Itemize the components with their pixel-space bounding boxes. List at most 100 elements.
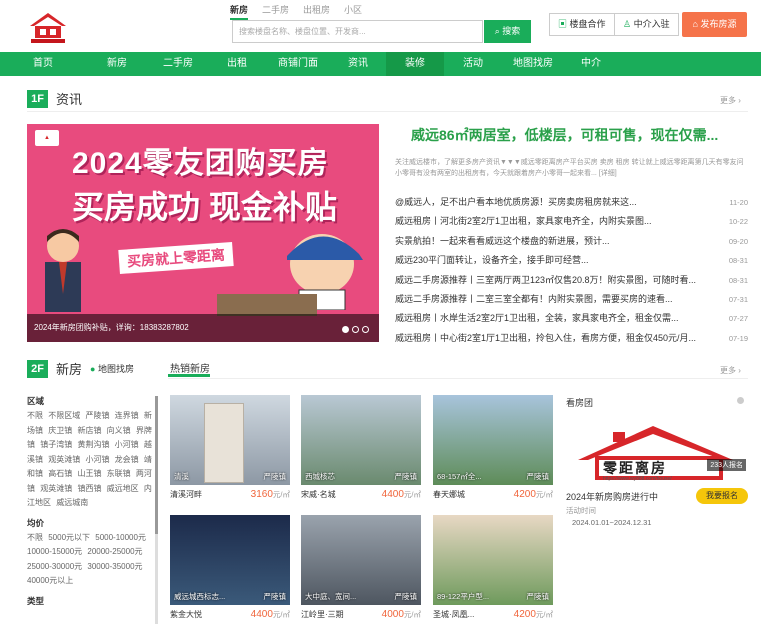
- carousel-dots[interactable]: [342, 326, 369, 333]
- news-item[interactable]: 威远二手房源推荐丨三室两厅两卫123㎡仅售20.8万！附实景图，可随时看... 0…: [395, 271, 748, 290]
- photo-label: 西城核芯: [305, 472, 335, 481]
- property-name: 春天娜城: [433, 490, 465, 499]
- signup-button[interactable]: 我要报名: [696, 488, 748, 504]
- property-card[interactable]: 大中庭、宽间... 严陵镇 江岭里·三期 4000元/㎡: [301, 515, 421, 620]
- nav-activity[interactable]: 活动: [444, 52, 502, 76]
- news-item[interactable]: 威远租房丨水岸生活2室2厅1卫出租，全装，家具家电齐全，租金仅需... 07-27: [395, 309, 748, 328]
- news-more-link[interactable]: 更多 ›: [720, 95, 741, 106]
- photo-district: 严陵镇: [526, 472, 550, 481]
- header: 新房 二手房 出租房 小区 搜索楼盘名称、楼盘位置、开发商... ⌕ 搜索 ▣ …: [0, 0, 761, 52]
- search-tab-community[interactable]: 小区: [344, 3, 362, 20]
- group-event-title[interactable]: 2024年新房购房进行中: [566, 490, 658, 503]
- agent-button[interactable]: ♙ 中介入驻: [614, 13, 679, 36]
- newhomes-section-title: 2F 新房 ● 地图找房: [27, 359, 134, 378]
- property-card[interactable]: 清溪 严陵镇 清溪河畔 3160元/㎡: [170, 395, 290, 500]
- news-item[interactable]: 威远230平门面转让，设备齐全，接手即可经营... 08-31: [395, 251, 748, 270]
- photo-district: 严陵镇: [394, 592, 418, 601]
- search-icon: ⌕: [494, 26, 500, 36]
- scrollbar-thumb[interactable]: [155, 396, 158, 534]
- nav-shops[interactable]: 商铺门面: [266, 52, 330, 76]
- property-photo: 68-157㎡全... 严陵镇: [433, 395, 553, 485]
- group-tour-image[interactable]: 零距离房 https://www.wy888.com/house/ 233人报名: [573, 422, 748, 487]
- property-photo: 西城核芯 严陵镇: [301, 395, 421, 485]
- property-price: 3160: [250, 489, 273, 500]
- news-item[interactable]: @威远人，足不出户看本地优质房源！买房卖房租房就来这... 11-20: [395, 193, 748, 212]
- more-label: 更多: [720, 96, 736, 105]
- property-name: 宋威·名城: [301, 490, 336, 499]
- property-card[interactable]: 西城核芯 严陵镇 宋威·名城 4400元/㎡: [301, 395, 421, 500]
- search-button-label: 搜索: [502, 26, 521, 36]
- nav-news[interactable]: 资讯: [330, 52, 386, 76]
- news-section-title: 1F 资讯: [27, 89, 82, 108]
- news-item-title: 威远租房丨河北街2室2厅1卫出租，家具家电齐全，内附实景图...: [395, 216, 652, 227]
- news-item-date: 07-19: [728, 333, 748, 343]
- search-input[interactable]: 搜索楼盘名称、楼盘位置、开发商...: [232, 20, 483, 43]
- news-item-title: 威远二手房源推荐丨三室两厅两卫123㎡仅售20.8万！附实景图，可随时看...: [395, 274, 697, 285]
- publish-button[interactable]: ⌂ 发布房源: [682, 12, 747, 37]
- carousel-dot[interactable]: [352, 326, 359, 333]
- price-unit: 元/㎡: [535, 610, 553, 619]
- nav-agency[interactable]: 中介: [564, 52, 618, 76]
- filter-price-options[interactable]: 不限 5000元以下 5000-10000元 10000-15000元 2000…: [27, 531, 157, 589]
- carousel-dot-active[interactable]: [342, 326, 349, 333]
- group-time-label: 活动时间: [566, 506, 596, 515]
- photo-label: 大中庭、宽间...: [305, 592, 357, 601]
- group-date-range: 2024.01.01~2024.12.31: [572, 518, 652, 527]
- site-logo[interactable]: [26, 10, 70, 44]
- search-tab-newhome[interactable]: 新房: [230, 3, 249, 20]
- carousel-dot[interactable]: [362, 326, 369, 333]
- filter-area-options[interactable]: 不限 不限区域 严陵镇 连界镇 新场镇 庆卫镇 新店镇 向义镇 界牌镇 镇子湾镇…: [27, 409, 157, 511]
- property-name: 圣城·凤凰...: [433, 610, 475, 619]
- banner-line2: 买房成功 现金补贴: [72, 189, 337, 225]
- property-card[interactable]: 89-122平户型... 严陵镇 圣城·凤凰... 4200元/㎡: [433, 515, 553, 620]
- nav-newhome[interactable]: 新房: [86, 52, 148, 76]
- group-tour-dot[interactable]: [737, 397, 744, 404]
- banner-line1: 2024零友团购买房: [72, 147, 329, 180]
- floor-badge: 2F: [27, 359, 48, 378]
- nav-home[interactable]: 首页: [0, 52, 86, 76]
- tab-hot-newhomes[interactable]: 热销新房: [170, 360, 210, 375]
- signup-count: 233人报名: [707, 459, 746, 471]
- news-item[interactable]: 威远租房丨河北街2室2厅1卫出租，家具家电齐全，内附实景图... 10-22: [395, 212, 748, 231]
- news-item[interactable]: 威远二手房源推荐丨二室三室全都有！内附实景图，需要买房的速看... 07-31: [395, 290, 748, 309]
- news-headline[interactable]: 威远86㎡两居室，低楼层，可租可售，现在仅需...: [411, 125, 718, 145]
- more-label: 更多: [720, 366, 736, 375]
- property-price: 4200: [513, 609, 536, 620]
- agent-button-label: 中介入驻: [633, 19, 670, 29]
- group-tour-title: 看房团: [566, 398, 594, 408]
- divider: [27, 111, 748, 112]
- newhomes-more-link[interactable]: 更多 ›: [720, 365, 741, 376]
- search-button[interactable]: ⌕ 搜索: [484, 20, 531, 43]
- property-card[interactable]: 68-157㎡全... 严陵镇 春天娜城 4200元/㎡: [433, 395, 553, 500]
- banner-slogan-icon: 买房就上零距离: [118, 242, 234, 274]
- property-price: 4400: [250, 609, 273, 620]
- location-pin-icon: ●: [90, 364, 96, 374]
- property-name: 紫金大悦: [170, 610, 202, 619]
- promo-banner[interactable]: ▲ 2024零友团购买房 买房成功 现金补贴 买房就上零距离 2024年新房团购…: [27, 124, 379, 342]
- photo-label: 威远城西标志...: [174, 592, 226, 601]
- news-item-date: 08-31: [728, 275, 748, 285]
- nav-map[interactable]: 地图找房: [502, 52, 564, 76]
- nav-secondhand[interactable]: 二手房: [148, 52, 208, 76]
- photo-district: 严陵镇: [394, 472, 418, 481]
- nav-rent[interactable]: 出租: [208, 52, 266, 76]
- tab-indicator: [168, 374, 210, 377]
- news-item[interactable]: 实景航拍！一起来看看威远这个楼盘的新进展，预计... 09-20: [395, 232, 748, 251]
- nav-decoration[interactable]: 装修: [386, 52, 444, 76]
- map-search-link[interactable]: ● 地图找房: [90, 362, 134, 375]
- filter-scrollbar[interactable]: [155, 396, 158, 624]
- search-tab-rent[interactable]: 出租房: [303, 3, 330, 20]
- news-item[interactable]: 威远租房丨中心街2室1厅1卫出租，拎包入住，看房方便，租金仅450元/月... 0…: [395, 329, 748, 348]
- property-photo: 大中庭、宽间... 严陵镇: [301, 515, 421, 605]
- price-unit: 元/㎡: [272, 490, 290, 499]
- main-nav: 首页 新房 二手房 出租 商铺门面 资讯 装修 活动 地图找房 中介: [0, 52, 761, 76]
- property-card[interactable]: 威远城西标志... 严陵镇 紫金大悦 4400元/㎡: [170, 515, 290, 620]
- news-item-date: 10-22: [728, 217, 748, 227]
- news-item-title: 实景航拍！一起来看看威远这个楼盘的新进展，预计...: [395, 235, 610, 246]
- property-photo: 清溪 严陵镇: [170, 395, 290, 485]
- property-photo: 威远城西标志... 严陵镇: [170, 515, 290, 605]
- search-tab-secondhand[interactable]: 二手房: [262, 3, 289, 20]
- photo-district: 严陵镇: [263, 472, 287, 481]
- price-unit: 元/㎡: [403, 490, 421, 499]
- partner-button[interactable]: ▣ 楼盘合作: [549, 13, 615, 36]
